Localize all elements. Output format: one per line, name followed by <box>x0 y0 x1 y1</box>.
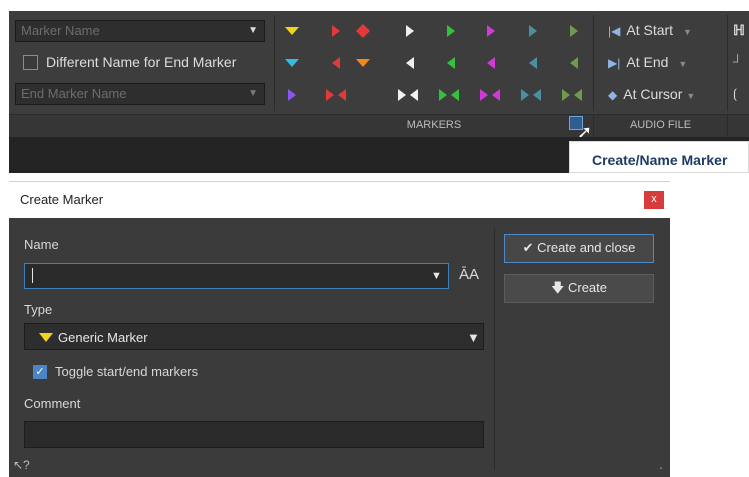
marker-name-placeholder: Marker Name <box>21 23 100 38</box>
checkmark-icon: ✔ <box>522 240 534 255</box>
region-end-green-icon[interactable] <box>444 57 458 69</box>
at-cursor-label: At Cursor <box>623 86 683 102</box>
at-start-label: At Start <box>626 22 674 38</box>
ribbon-separator <box>593 114 594 137</box>
region-pair-muted-green-icon[interactable] <box>562 89 582 101</box>
name-input[interactable]: ▼ <box>24 263 449 289</box>
close-button[interactable]: x <box>644 191 664 209</box>
cursor-icon: ◆ <box>608 88 618 102</box>
create-label: Create <box>567 280 608 295</box>
ribbon-separator <box>593 15 594 111</box>
purple-marker-icon[interactable] <box>285 89 299 101</box>
name-label: Name <box>24 237 59 252</box>
create-and-close-button[interactable]: ✔ Create and close <box>504 234 654 263</box>
arrow-down-icon: 🡇 <box>550 280 565 295</box>
different-name-checkbox[interactable] <box>23 55 38 70</box>
end-marker-name-combobox[interactable]: End Marker Name ▼ <box>15 83 265 105</box>
comment-label: Comment <box>24 396 81 411</box>
at-end-label: At End <box>626 54 669 70</box>
loop-start-marker-icon[interactable] <box>329 25 343 37</box>
skip-to-start-icon: |◀ <box>608 24 621 38</box>
region-start-green-icon[interactable] <box>444 25 458 37</box>
cd-track-marker-icon[interactable] <box>285 57 299 69</box>
marker-name-combobox[interactable]: Marker Name ▼ <box>15 20 265 42</box>
comment-input[interactable] <box>24 421 484 448</box>
region-pair-muted-cyan-icon[interactable] <box>521 89 541 101</box>
region-pair-white-icon[interactable] <box>398 89 418 101</box>
region-pair-green-icon[interactable] <box>439 89 459 101</box>
text-format-icon[interactable]: ĀA <box>459 266 479 283</box>
chevron-down-icon[interactable]: ▼ <box>248 21 258 41</box>
audio-file-group-label: AUDIO FILE <box>629 119 692 131</box>
create-button[interactable]: 🡇 Create <box>504 274 654 303</box>
temporary-marker-icon[interactable] <box>356 57 370 69</box>
ribbon-separator <box>727 15 728 111</box>
loop-pair-marker-icon[interactable] <box>326 89 346 101</box>
mute-marker-icon[interactable] <box>356 24 370 38</box>
resize-grip-icon[interactable]: ⠠ <box>656 462 663 473</box>
text-caret <box>32 268 33 283</box>
chevron-down-icon[interactable]: ▼ <box>686 91 695 101</box>
region-start-muted-cyan-icon[interactable] <box>526 25 540 37</box>
end-marker-name-placeholder: End Marker Name <box>21 86 127 101</box>
type-value: Generic Marker <box>58 330 148 345</box>
snap-icon[interactable]: ℍ <box>733 22 745 39</box>
chevron-down-icon[interactable]: ▼ <box>431 270 442 282</box>
at-cursor-button[interactable]: ◆ At Cursor ▼ <box>608 86 695 102</box>
tooltip: Create/Name Marker <box>569 141 749 173</box>
region-end-muted-cyan-icon[interactable] <box>526 57 540 69</box>
type-select[interactable]: Generic Marker ▼ <box>24 323 484 350</box>
type-label: Type <box>24 302 53 317</box>
ribbon-separator <box>274 15 275 111</box>
skip-to-end-icon: ▶| <box>608 56 621 70</box>
toggle-markers-checkbox[interactable]: ✓ <box>33 365 47 379</box>
region-pair-magenta-icon[interactable] <box>480 89 500 101</box>
toggle-markers-label: Toggle start/end markers <box>55 364 199 379</box>
region-start-white-icon[interactable] <box>403 25 417 37</box>
chevron-down-icon[interactable]: ▼ <box>248 84 258 104</box>
dialog-titlebar: Create Marker <box>9 181 670 219</box>
region-end-muted-green-icon[interactable] <box>567 57 581 69</box>
dialog-title: Create Marker <box>20 192 104 207</box>
region-start-muted-green-icon[interactable] <box>567 25 581 37</box>
region-end-magenta-icon[interactable] <box>484 57 498 69</box>
region-start-magenta-icon[interactable] <box>484 25 498 37</box>
ribbon-separator <box>727 114 728 137</box>
loop-end-marker-icon[interactable] <box>329 57 343 69</box>
generic-marker-icon <box>39 333 53 342</box>
region-end-white-icon[interactable] <box>403 57 417 69</box>
create-and-close-label: Create and close <box>537 240 636 255</box>
chevron-down-icon[interactable]: ▼ <box>678 59 687 69</box>
at-end-button[interactable]: ▶| At End ▼ <box>608 54 687 70</box>
chevron-down-icon[interactable]: ▼ <box>467 330 480 345</box>
snap-cursor-icon[interactable]: ⟮ <box>733 86 737 102</box>
markers-group-label: MARKERS <box>406 119 462 131</box>
help-icon[interactable]: ↖? <box>13 458 30 472</box>
generic-marker-icon[interactable] <box>285 25 299 37</box>
different-name-label: Different Name for End Marker <box>46 54 237 70</box>
snap-end-icon[interactable]: ┘ <box>733 54 742 69</box>
chevron-down-icon[interactable]: ▼ <box>683 27 692 37</box>
dialog-column-separator <box>494 228 495 470</box>
at-start-button[interactable]: |◀ At Start ▼ <box>608 22 692 38</box>
